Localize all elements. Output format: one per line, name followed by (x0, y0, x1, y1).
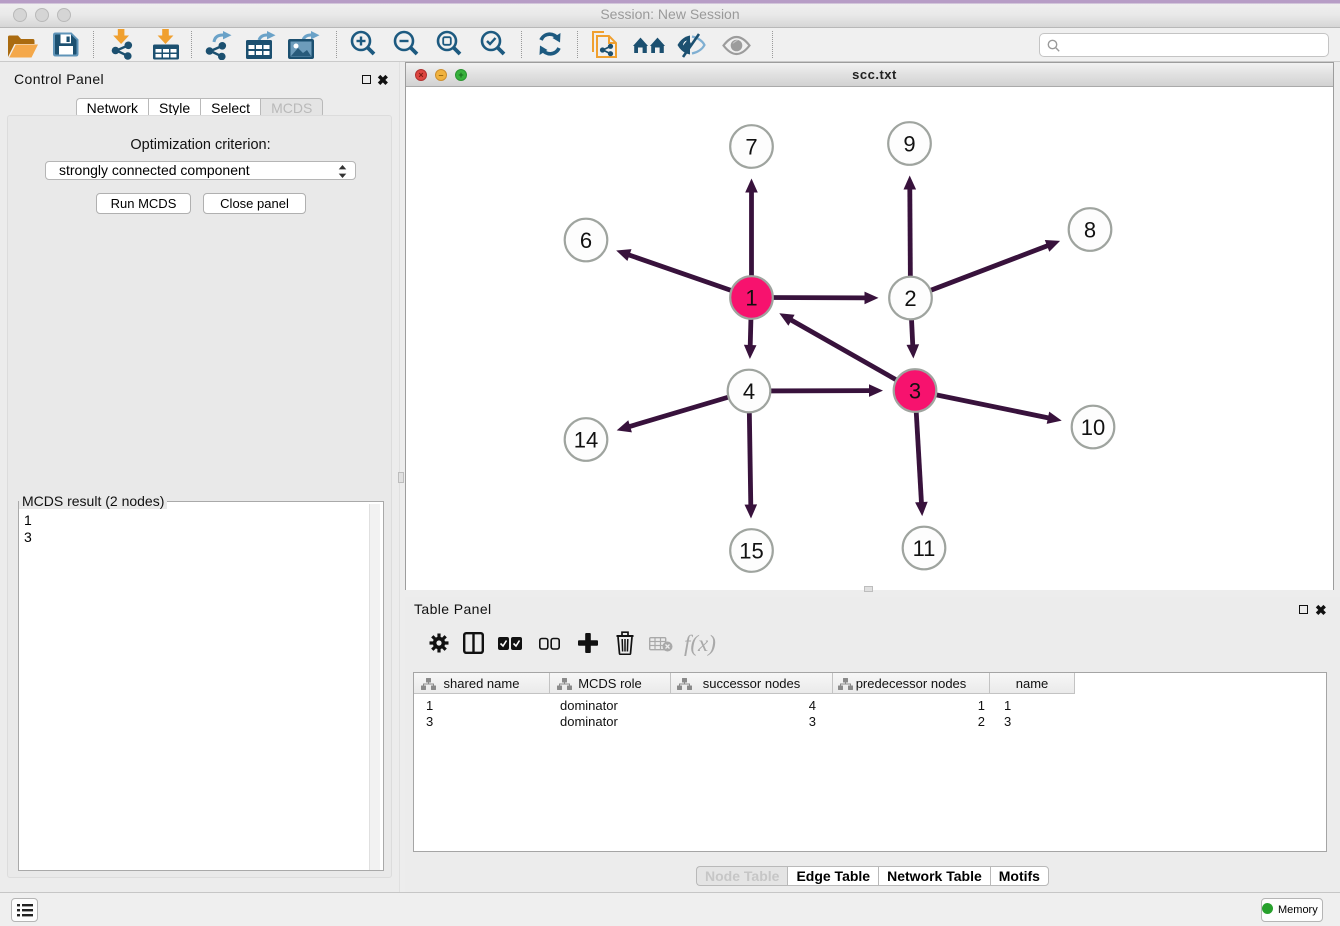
svg-text:1: 1 (745, 286, 757, 311)
svg-text:14: 14 (574, 428, 598, 453)
svg-text:9: 9 (903, 132, 915, 157)
svg-text:11: 11 (913, 536, 936, 561)
svg-text:15: 15 (739, 539, 763, 564)
svg-text:6: 6 (580, 228, 592, 253)
svg-text:10: 10 (1081, 415, 1105, 440)
svg-text:7: 7 (745, 135, 757, 160)
svg-text:8: 8 (1084, 218, 1096, 243)
svg-text:2: 2 (904, 286, 916, 311)
svg-text:4: 4 (743, 379, 755, 404)
svg-text:3: 3 (909, 379, 921, 404)
